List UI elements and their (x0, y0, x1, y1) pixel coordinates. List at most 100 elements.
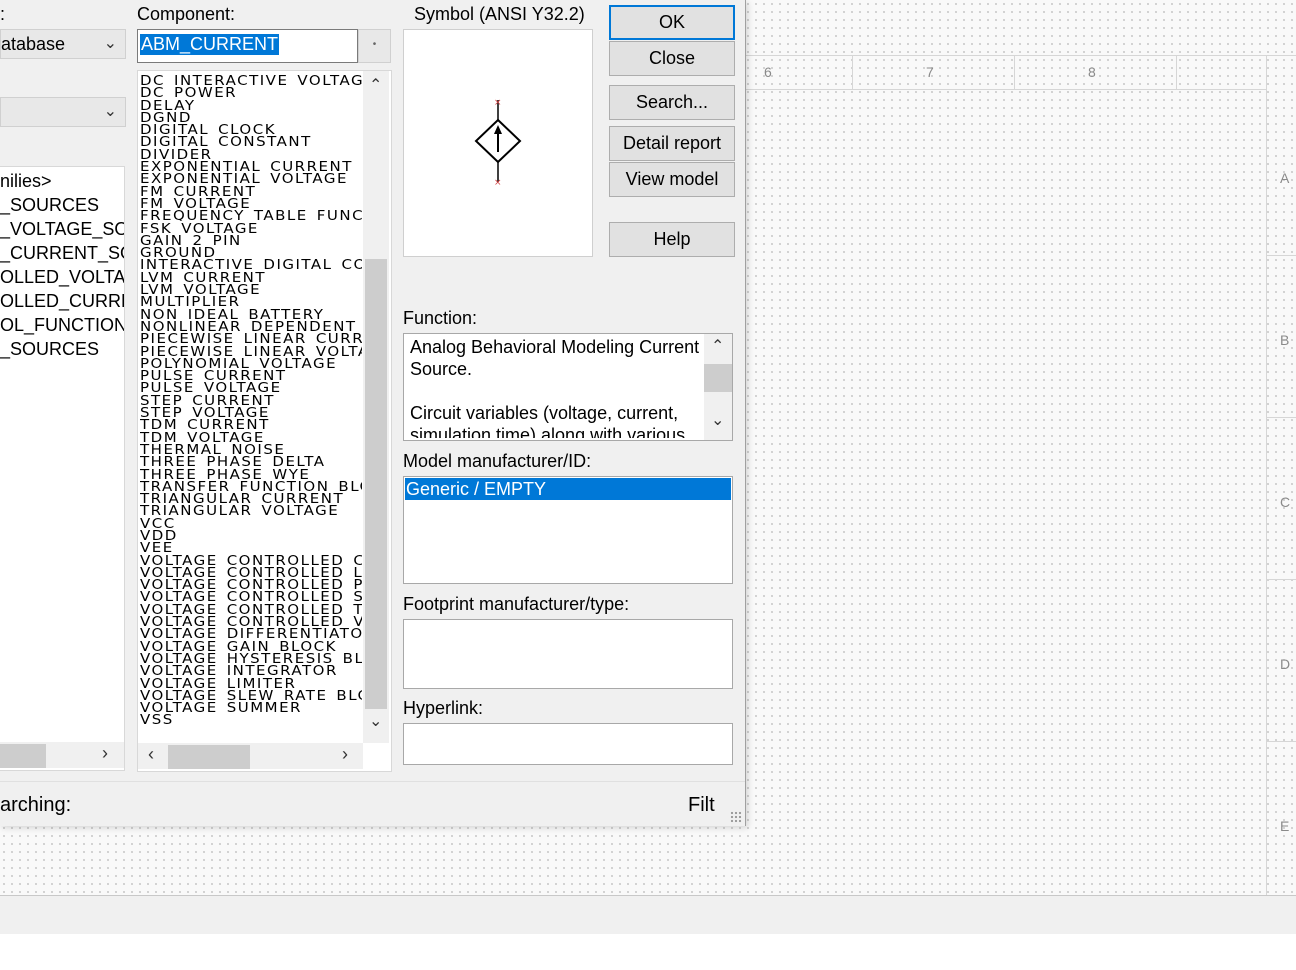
detail-report-button[interactable]: Detail report (609, 126, 735, 161)
component-list-item[interactable]: VDD (140, 530, 362, 541)
hyperlink-field[interactable] (403, 723, 733, 765)
component-list-item[interactable]: VEE (140, 542, 362, 553)
close-button[interactable]: Close (609, 41, 735, 76)
component-list-item[interactable]: STEP_VOLTAGE (140, 407, 362, 418)
ok-button[interactable]: OK (609, 5, 735, 40)
component-list-item[interactable]: VOLTAGE_CONTROLLED_CURRENT (140, 555, 362, 566)
chevron-up-icon[interactable]: ⌃ (369, 75, 382, 95)
model-list[interactable]: Generic / EMPTY (403, 476, 733, 584)
component-list-item[interactable]: PULSE_CURRENT (140, 370, 362, 381)
component-list-item[interactable]: FREQUENCY_TABLE_FUNCTION (140, 210, 362, 221)
component-list-item[interactable]: DC_INTERACTIVE_VOLTAGE (140, 75, 362, 86)
component-list-item[interactable]: TRIANGULAR_VOLTAGE (140, 505, 362, 516)
component-filter-button[interactable]: • (358, 29, 391, 63)
component-list-item[interactable]: PULSE_VOLTAGE (140, 382, 362, 393)
help-button[interactable]: Help (609, 222, 735, 257)
component-list-item[interactable]: EXPONENTIAL_CURRENT (140, 161, 362, 172)
resize-grip-icon[interactable] (730, 811, 742, 823)
component-horizontal-scrollbar[interactable]: ‹ › (138, 743, 363, 769)
family-horizontal-scrollbar[interactable]: › (0, 742, 124, 768)
component-vertical-scrollbar[interactable]: ⌃ ⌄ (363, 71, 389, 743)
component-list-item[interactable]: VOLTAGE_CONTROLLED_SINE (140, 591, 362, 602)
component-list-item[interactable]: FM_CURRENT (140, 186, 362, 197)
chevron-left-icon[interactable]: ‹ (148, 744, 154, 765)
component-list-item[interactable]: VSS (140, 714, 362, 725)
component-list-item[interactable]: POLYNOMIAL_VOLTAGE (140, 358, 362, 369)
scrollbar-thumb[interactable] (168, 745, 250, 769)
component-list-item[interactable]: GROUND (140, 247, 362, 258)
family-list[interactable]: nilies> _SOURCES _VOLTAGE_SOU _CURRENT_S… (0, 166, 125, 771)
component-list-item[interactable]: THERMAL_NOISE (140, 444, 362, 455)
component-list-item[interactable]: LVM_VOLTAGE (140, 284, 362, 295)
component-list-item[interactable]: DIGITAL_CONSTANT (140, 136, 362, 147)
component-list-items: DC_INTERACTIVE_VOLTAGE DC_POWER DELAY DGND D… (140, 75, 362, 741)
group-dropdown[interactable]: ⌄ (0, 97, 126, 127)
component-list-item[interactable]: VOLTAGE_LIMITER (140, 678, 362, 689)
chevron-right-icon[interactable]: › (342, 744, 348, 765)
family-item[interactable]: _VOLTAGE_SOU (0, 217, 124, 241)
component-list-item[interactable]: DC_POWER (140, 87, 362, 98)
chevron-right-icon[interactable]: › (102, 743, 108, 764)
component-list-item[interactable]: LVM_CURRENT (140, 272, 362, 283)
scrollbar-thumb[interactable] (0, 744, 46, 768)
footprint-list[interactable] (403, 619, 733, 689)
component-list-item[interactable]: VOLTAGE_GAIN_BLOCK (140, 641, 362, 652)
view-model-button[interactable]: View model (609, 162, 735, 197)
border-line-inner (745, 89, 1266, 90)
component-list-item[interactable]: STEP_CURRENT (140, 395, 362, 406)
row-divider (1266, 417, 1296, 418)
component-list-item[interactable]: FSK_VOLTAGE (140, 223, 362, 234)
component-list-item[interactable]: DGND (140, 112, 362, 123)
component-list[interactable]: DC_INTERACTIVE_VOLTAGE DC_POWER DELAY DGND D… (137, 70, 392, 772)
component-list-item[interactable]: PIECEWISE_LINEAR_CURRENT (140, 333, 362, 344)
component-list-item[interactable]: TRIANGULAR_CURRENT (140, 493, 362, 504)
family-item[interactable]: OLLED_VOLTAG (0, 265, 124, 289)
row-divider (1266, 255, 1296, 256)
family-item[interactable]: OL_FUNCTION_ (0, 313, 124, 337)
function-vertical-scrollbar[interactable]: ⌃ ⌄ (704, 334, 732, 440)
component-list-item[interactable]: VOLTAGE_CONTROLLED_TRIANGLE (140, 604, 362, 615)
component-list-item[interactable]: THREE_PHASE_WYE (140, 469, 362, 480)
search-button[interactable]: Search... (609, 85, 735, 120)
searching-status: arching: (0, 794, 72, 816)
component-list-item[interactable]: VOLTAGE_INTEGRATOR (140, 665, 362, 676)
family-item[interactable]: _CURRENT_SOU (0, 241, 124, 265)
component-list-item[interactable]: THREE_PHASE_DELTA (140, 456, 362, 467)
component-list-item[interactable]: TDM_CURRENT (140, 419, 362, 430)
component-list-item[interactable]: VOLTAGE_SUMMER (140, 702, 362, 713)
chevron-down-icon[interactable]: ⌄ (369, 711, 382, 731)
component-list-item[interactable]: DELAY (140, 100, 362, 111)
component-list-item[interactable]: VOLTAGE_CONTROLLED_VOLTAGE (140, 616, 362, 627)
component-list-item[interactable]: DIVIDER (140, 149, 362, 160)
chevron-down-icon[interactable]: ⌄ (711, 410, 724, 430)
database-dropdown[interactable]: atabase ⌄ (0, 29, 126, 59)
function-description[interactable]: Analog Behavioral Modeling Current Sourc… (403, 333, 733, 441)
component-list-item[interactable]: VOLTAGE_HYSTERESIS_BLOCK (140, 653, 362, 664)
component-list-item[interactable]: PIECEWISE_LINEAR_VOLTAGE (140, 346, 362, 357)
family-item[interactable]: nilies> (0, 169, 124, 193)
component-list-item[interactable]: NONLINEAR_DEPENDENT (140, 321, 362, 332)
component-list-item[interactable]: TDM_VOLTAGE (140, 432, 362, 443)
component-list-item[interactable]: EXPONENTIAL_VOLTAGE (140, 173, 362, 184)
model-list-item-selected[interactable]: Generic / EMPTY (405, 478, 731, 500)
component-input[interactable]: ABM_CURRENT (137, 29, 358, 63)
component-list-item[interactable]: INTERACTIVE_DIGITAL_CONSTANT (140, 259, 362, 270)
family-item[interactable]: OLLED_CURREN (0, 289, 124, 313)
scrollbar-thumb[interactable] (365, 259, 387, 709)
family-item[interactable]: _SOURCES (0, 337, 124, 361)
component-list-item[interactable]: DIGITAL_CLOCK (140, 124, 362, 135)
scrollbar-thumb[interactable] (704, 364, 732, 392)
component-list-item[interactable]: GAIN_2_PIN (140, 235, 362, 246)
component-list-item[interactable]: VOLTAGE_DIFFERENTIATOR (140, 628, 362, 639)
component-list-item[interactable]: VOLTAGE_SLEW_RATE_BLOCK (140, 690, 362, 701)
component-list-item[interactable]: VOLTAGE_CONTROLLED_PIECEWISE (140, 579, 362, 590)
family-item[interactable]: _SOURCES (0, 193, 124, 217)
component-list-item[interactable]: NON_IDEAL_BATTERY (140, 309, 362, 320)
filter-status: Filt (688, 794, 715, 816)
chevron-up-icon[interactable]: ⌃ (711, 336, 724, 356)
component-list-item[interactable]: TRANSFER_FUNCTION_BLOCK (140, 481, 362, 492)
component-list-item[interactable]: VOLTAGE_CONTROLLED_LIMITER (140, 567, 362, 578)
component-list-item[interactable]: FM_VOLTAGE (140, 198, 362, 209)
component-list-item[interactable]: VCC (140, 518, 362, 529)
component-list-item[interactable]: MULTIPLIER (140, 296, 362, 307)
